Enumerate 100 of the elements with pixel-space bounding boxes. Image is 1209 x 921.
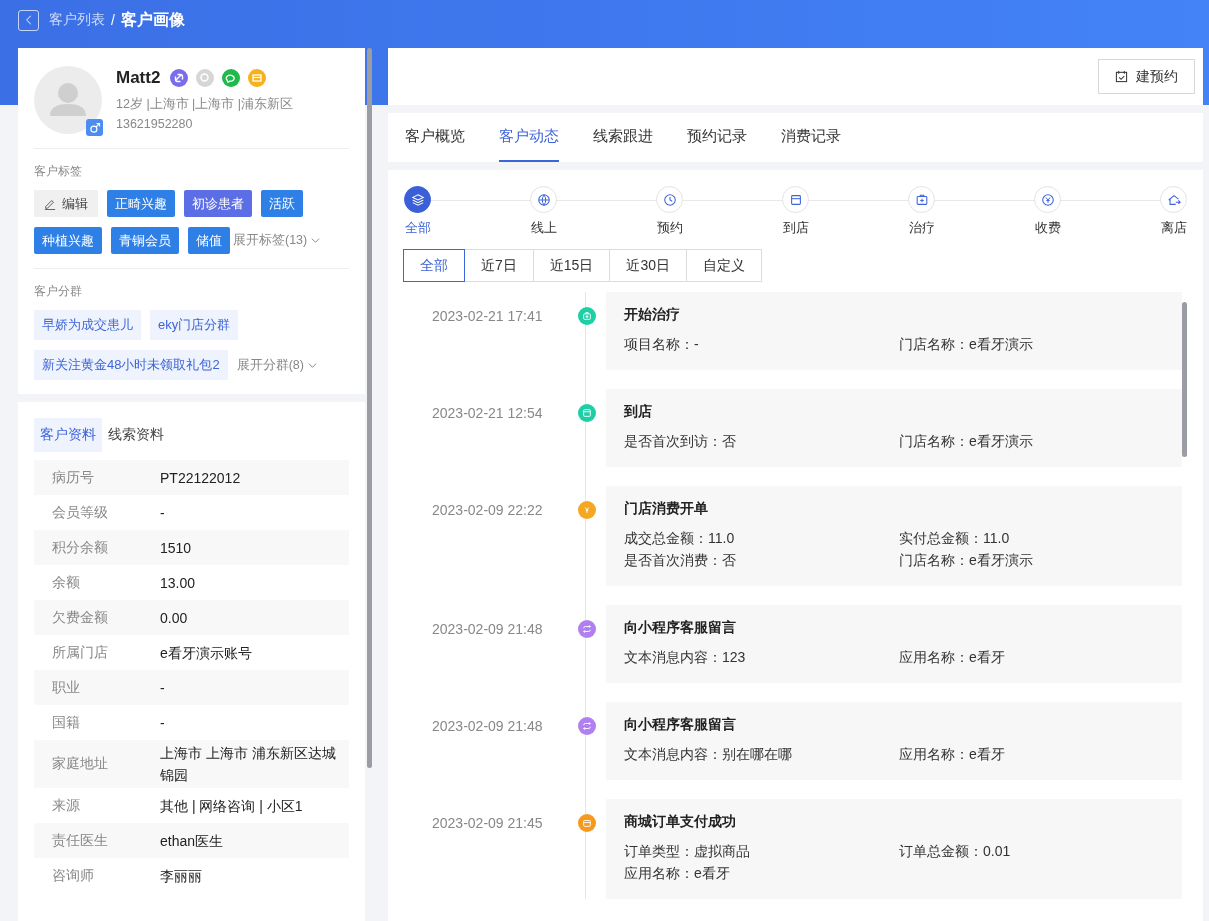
customer-group: 新关注黄金48小时未领取礼包2 <box>34 350 228 380</box>
event-detail: 是否首次到访：否 <box>624 433 737 451</box>
shop-icon[interactable] <box>248 69 267 87</box>
field-label: 所属门店 <box>51 643 109 662</box>
date-range-button[interactable]: 全部 <box>403 249 465 282</box>
date-range-button[interactable]: 自定义 <box>685 249 762 282</box>
link-icon[interactable] <box>170 69 189 87</box>
field-value: 13.00 <box>160 573 197 593</box>
field-value: 1510 <box>160 538 193 558</box>
event-detail: 门店名称：e看牙演示 <box>899 433 1034 451</box>
field-label: 欠费金额 <box>51 608 109 627</box>
event-time: 2023-02-09 21:48 <box>431 620 544 637</box>
field-label: 来源 <box>51 796 81 815</box>
event-detail: 项目名称：- <box>624 336 700 354</box>
event-filter[interactable]: 治疗 <box>908 186 935 237</box>
field-value: ethan医生 <box>160 831 225 851</box>
customer-details: 12岁 |上海市 |上海市 |浦东新区 <box>116 96 294 113</box>
expand-tags-link[interactable]: 展开标签(13) <box>233 232 321 249</box>
tab[interactable]: 客户概览 <box>405 113 465 162</box>
field-label: 积分余额 <box>51 538 109 557</box>
field-label: 咨询师 <box>51 866 95 885</box>
field-label: 家庭地址 <box>51 755 109 773</box>
tab[interactable]: 线索跟进 <box>593 113 653 162</box>
chevron-down-icon <box>311 236 321 245</box>
phone-number: 13621952280 <box>116 116 194 133</box>
customer-tag: 储值 <box>188 227 230 254</box>
create-appointment-button[interactable]: 建预约 <box>1098 59 1195 94</box>
event-detail: 订单总金额：0.01 <box>899 843 1012 861</box>
customer-name: Matt2 <box>116 68 161 88</box>
event-filter[interactable]: 预约 <box>656 186 683 237</box>
event-title: 门店消费开单 <box>624 500 709 518</box>
field-label: 责任医生 <box>51 831 109 850</box>
info-tab[interactable]: 线索资料 <box>102 418 170 452</box>
customer-group: 早娇为成交患儿 <box>34 310 141 340</box>
calendar-icon <box>1115 70 1128 83</box>
customer-tag: 活跃 <box>261 190 303 217</box>
event-detail: 应用名称：e看牙 <box>899 746 1006 764</box>
event-time: 2023-02-09 21:45 <box>431 814 544 831</box>
scrollbar[interactable] <box>1182 302 1187 457</box>
scrollbar[interactable] <box>367 48 372 768</box>
tab[interactable]: 客户动态 <box>499 113 559 162</box>
event-detail: 实付总金额：11.0 <box>899 530 1011 548</box>
back-button[interactable] <box>18 9 39 31</box>
field-value: 上海市 上海市 浦东新区达城锦园 <box>160 744 337 785</box>
date-range-button[interactable]: 近7日 <box>464 249 534 282</box>
event-detail: 是否首次消费：否 <box>624 552 737 570</box>
event-filter[interactable]: 收费 <box>1034 186 1061 237</box>
wechat-icon[interactable] <box>222 69 241 87</box>
avatar-icon <box>34 66 102 134</box>
customer-tag: 种植兴趣 <box>34 227 102 254</box>
section-title: 客户分群 <box>34 283 83 300</box>
field-value: 其他 | 网络咨询 | 小区1 <box>160 796 304 816</box>
field-value: 0.00 <box>160 608 189 628</box>
customer-tag: 正畸兴趣 <box>107 190 175 217</box>
event-filter[interactable]: 到店 <box>782 186 809 237</box>
event-detail: 订单类型：虚拟商品 <box>624 843 751 861</box>
event-detail: 文本消息内容：123 <box>624 649 747 667</box>
event-title: 到店 <box>624 403 653 421</box>
event-time: 2023-02-09 22:22 <box>431 501 544 518</box>
tab[interactable]: 消费记录 <box>781 113 841 162</box>
field-label: 病历号 <box>51 468 95 487</box>
customer-group: eky门店分群 <box>150 310 239 340</box>
event-detail: 应用名称：e看牙 <box>899 649 1006 667</box>
chevron-down-icon <box>308 360 317 370</box>
field-value: - <box>160 678 166 698</box>
tab[interactable]: 预约记录 <box>687 113 747 162</box>
event-detail: 文本消息内容：别在哪在哪 <box>624 746 793 764</box>
event-detail: 门店名称：e看牙演示 <box>899 552 1034 570</box>
section-title: 客户标签 <box>34 163 83 180</box>
event-detail: 成交总金额：11.0 <box>624 530 736 548</box>
field-label: 余额 <box>51 573 81 592</box>
field-label: 国籍 <box>51 713 81 732</box>
event-filter[interactable]: 全部 <box>404 186 431 237</box>
date-range-button[interactable]: 近15日 <box>532 249 611 282</box>
field-value: - <box>160 503 166 523</box>
page-title: 客户画像 <box>120 9 185 30</box>
event-title: 向小程序客服留言 <box>624 716 737 734</box>
field-label: 职业 <box>51 678 81 697</box>
message-icon[interactable] <box>196 69 215 87</box>
event-title: 商城订单支付成功 <box>624 813 737 831</box>
layers-icon <box>404 186 431 213</box>
event-time: 2023-02-21 17:41 <box>431 307 544 324</box>
field-value: - <box>160 713 166 733</box>
event-title: 向小程序客服留言 <box>624 619 737 637</box>
field-value: e看牙演示账号 <box>160 643 253 663</box>
event-filter[interactable]: 线上 <box>530 186 557 237</box>
edit-button[interactable]: 编辑 <box>34 190 98 217</box>
event-detail: 门店名称：e看牙演示 <box>899 336 1034 354</box>
date-range-button[interactable]: 近30日 <box>609 249 687 282</box>
event-time: 2023-02-09 21:48 <box>431 717 544 734</box>
pencil-icon <box>44 197 56 210</box>
field-value: PT22122012 <box>160 468 242 488</box>
field-label: 会员等级 <box>51 503 109 522</box>
event-filter[interactable]: 离店 <box>1160 186 1187 237</box>
customer-tag: 初诊患者 <box>184 190 252 217</box>
info-tab[interactable]: 客户资料 <box>34 418 102 452</box>
breadcrumb-separator: / <box>111 12 115 28</box>
expand-groups-link[interactable]: 展开分群(8) <box>236 356 317 374</box>
field-value: 李丽丽 <box>160 866 203 886</box>
customer-tag: 青铜会员 <box>111 227 179 254</box>
